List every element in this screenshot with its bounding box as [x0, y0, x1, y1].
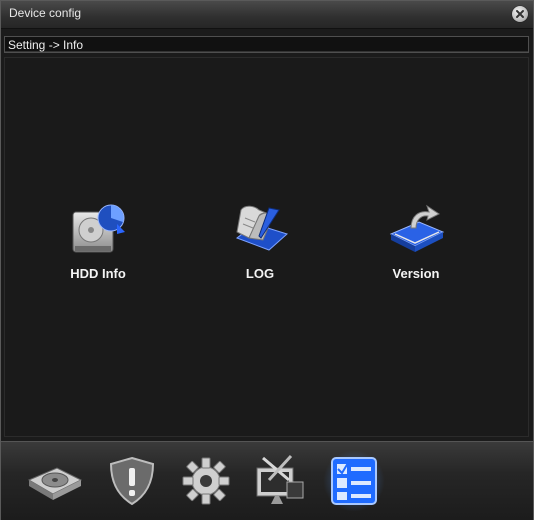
- shield-alert-icon: [109, 456, 155, 506]
- breadcrumb: Setting -> Info: [4, 36, 529, 53]
- version-label: Version: [392, 266, 440, 281]
- breadcrumb-text: Setting -> Info: [8, 38, 84, 52]
- bottom-toolbar: [1, 441, 533, 520]
- checklist-icon: [331, 457, 377, 505]
- log-label: LOG: [245, 266, 275, 281]
- toolbar-settings-button[interactable]: [175, 450, 237, 512]
- toolbar-alarm-button[interactable]: [101, 450, 163, 512]
- version-item[interactable]: Version: [361, 198, 471, 281]
- info-content-area: HDD Info LOG Version: [4, 57, 529, 437]
- toolbar-advanced-button[interactable]: [249, 450, 311, 512]
- window-title: Device config: [9, 6, 82, 20]
- toolbar-disk-button[interactable]: [23, 450, 85, 512]
- disk-icon: [27, 467, 83, 500]
- tools-monitor-icon: [256, 454, 304, 504]
- hdd-info-label: HDD Info: [70, 266, 126, 281]
- title-bar[interactable]: Device config: [1, 1, 533, 29]
- toolbar-info-button[interactable]: [323, 450, 385, 512]
- close-button[interactable]: [512, 6, 528, 22]
- version-book-icon: [389, 204, 445, 252]
- log-item[interactable]: LOG: [205, 198, 315, 281]
- hdd-info-item[interactable]: HDD Info: [43, 198, 153, 281]
- log-scroll-icon: [235, 205, 288, 251]
- gear-icon: [182, 457, 230, 505]
- device-config-window: Device config Setting -> Info HDD Info L…: [0, 0, 534, 520]
- hdd-icon: [72, 204, 125, 253]
- close-icon: [516, 10, 524, 18]
